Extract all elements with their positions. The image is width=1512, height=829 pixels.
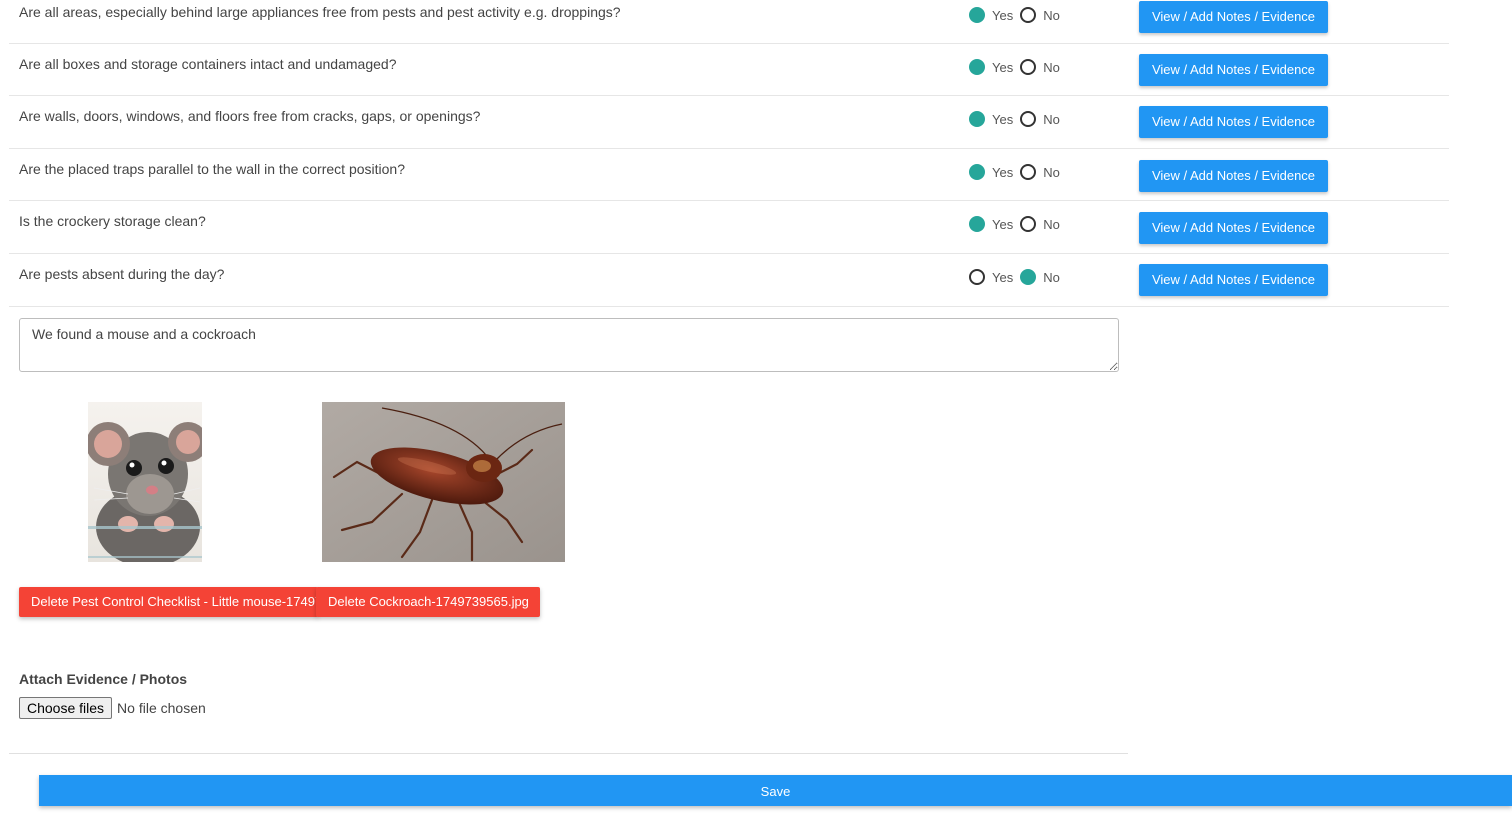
delete-cockroach-photo-button[interactable]: Delete Cockroach-1749739565.jpg bbox=[316, 587, 540, 617]
yes-radio[interactable] bbox=[969, 59, 985, 75]
no-radio[interactable] bbox=[1020, 111, 1037, 127]
no-label: No bbox=[1043, 164, 1060, 180]
answer-radio-group: Yes No bbox=[969, 216, 1067, 232]
yes-label: Yes bbox=[992, 216, 1014, 232]
yes-label: Yes bbox=[992, 164, 1014, 180]
mouse-photo bbox=[88, 402, 202, 562]
question-row: Are the placed traps parallel to the wal… bbox=[9, 149, 1449, 201]
attach-evidence-label: Attach Evidence / Photos bbox=[19, 671, 188, 687]
no-radio[interactable] bbox=[1020, 216, 1037, 232]
yes-radio[interactable] bbox=[969, 269, 985, 285]
yes-radio[interactable] bbox=[969, 111, 985, 127]
question-row: Are pests absent during the day? Yes No … bbox=[9, 254, 1449, 307]
question-text: Are all areas, especially behind large a… bbox=[19, 4, 621, 20]
question-text: Are walls, doors, windows, and floors fr… bbox=[19, 108, 481, 124]
view-add-notes-button[interactable]: View / Add Notes / Evidence bbox=[1139, 1, 1328, 33]
view-add-notes-button[interactable]: View / Add Notes / Evidence bbox=[1139, 264, 1328, 296]
yes-radio[interactable] bbox=[969, 7, 985, 23]
question-text: Are all boxes and storage containers int… bbox=[19, 56, 397, 72]
question-row: Are all boxes and storage containers int… bbox=[9, 44, 1449, 96]
save-button[interactable]: Save bbox=[39, 775, 1512, 806]
yes-label: Yes bbox=[992, 7, 1014, 23]
no-label: No bbox=[1043, 59, 1060, 75]
file-status-text: No file chosen bbox=[117, 700, 206, 716]
mouse-image bbox=[88, 402, 202, 562]
no-radio[interactable] bbox=[1020, 59, 1037, 75]
answer-radio-group: Yes No bbox=[969, 269, 1067, 285]
cockroach-image bbox=[322, 402, 565, 562]
question-row: Are walls, doors, windows, and floors fr… bbox=[9, 96, 1449, 149]
yes-radio[interactable] bbox=[969, 216, 985, 232]
choose-files-button[interactable]: Choose files bbox=[19, 697, 113, 719]
yes-label: Yes bbox=[992, 111, 1014, 127]
no-radio[interactable] bbox=[1020, 164, 1037, 180]
question-row: Is the crockery storage clean? Yes No Vi… bbox=[9, 201, 1449, 254]
view-add-notes-button[interactable]: View / Add Notes / Evidence bbox=[1139, 160, 1328, 192]
question-row: Are all areas, especially behind large a… bbox=[9, 0, 1449, 44]
yes-radio[interactable] bbox=[969, 164, 985, 180]
question-text: Are pests absent during the day? bbox=[19, 266, 225, 282]
view-add-notes-button[interactable]: View / Add Notes / Evidence bbox=[1139, 212, 1328, 244]
answer-radio-group: Yes No bbox=[969, 111, 1067, 127]
no-label: No bbox=[1043, 7, 1060, 23]
checklist-page: Are all areas, especially behind large a… bbox=[0, 0, 1512, 829]
no-radio[interactable] bbox=[1020, 7, 1037, 23]
no-label: No bbox=[1043, 216, 1060, 232]
no-label: No bbox=[1043, 111, 1060, 127]
yes-label: Yes bbox=[992, 269, 1014, 285]
question-text: Is the crockery storage clean? bbox=[19, 213, 206, 229]
answer-radio-group: Yes No bbox=[969, 59, 1067, 75]
answer-radio-group: Yes No bbox=[969, 164, 1067, 180]
yes-label: Yes bbox=[992, 59, 1014, 75]
no-label: No bbox=[1043, 269, 1060, 285]
notes-textarea[interactable]: We found a mouse and a cockroach bbox=[19, 318, 1119, 372]
view-add-notes-button[interactable]: View / Add Notes / Evidence bbox=[1139, 106, 1328, 138]
no-radio[interactable] bbox=[1020, 269, 1037, 285]
section-divider bbox=[9, 753, 1128, 754]
view-add-notes-button[interactable]: View / Add Notes / Evidence bbox=[1139, 54, 1328, 86]
answer-radio-group: Yes No bbox=[969, 7, 1067, 23]
file-input: Choose files No file chosen bbox=[19, 697, 206, 719]
cockroach-photo bbox=[322, 402, 565, 562]
question-text: Are the placed traps parallel to the wal… bbox=[19, 161, 405, 177]
delete-mouse-photo-button[interactable]: Delete Pest Control Checklist - Little m… bbox=[19, 587, 318, 617]
